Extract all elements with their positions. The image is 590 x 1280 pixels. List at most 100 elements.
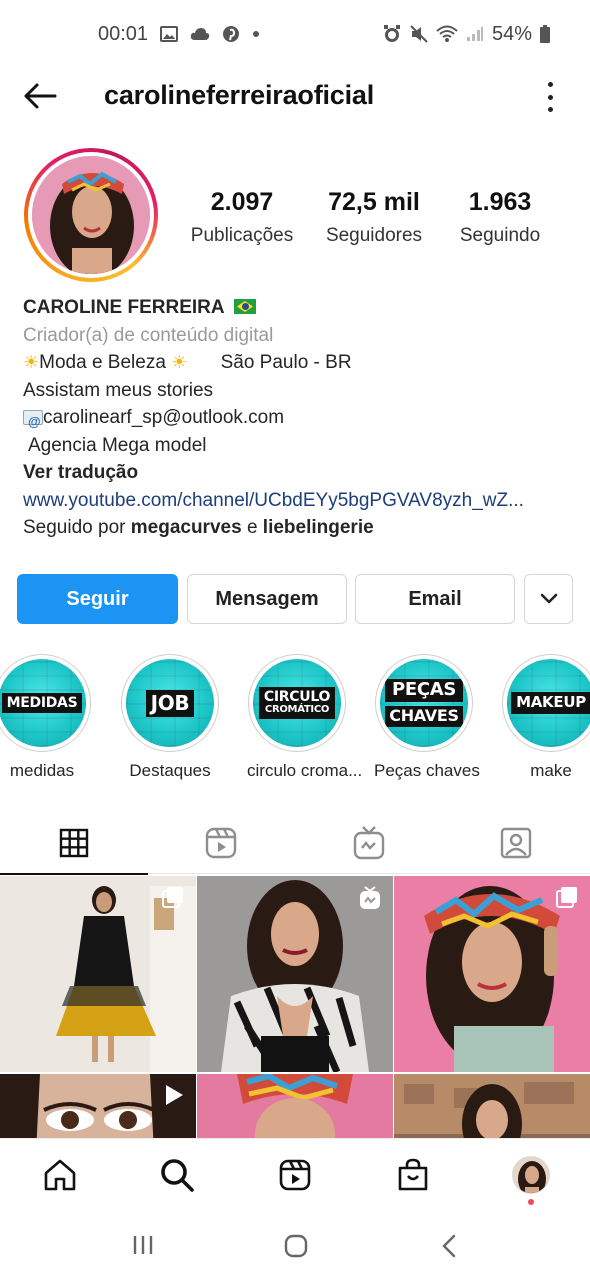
followed-by-and: e — [246, 517, 258, 538]
story-highlight[interactable]: CIRCULO CROMÁTICO circulo croma... — [247, 654, 363, 781]
search-icon — [161, 1159, 194, 1192]
post-thumbnail[interactable] — [0, 876, 196, 1072]
video-play-icon — [164, 1084, 184, 1111]
stat-followers[interactable]: 72,5 mil Seguidores — [304, 188, 444, 247]
cloud-icon — [190, 27, 210, 41]
highlight-label: Destaques — [129, 761, 211, 780]
followed-by[interactable]: Seguido por megacurves e liebelingerie — [23, 514, 573, 542]
more-options-button[interactable] — [540, 82, 560, 112]
email-icon — [23, 408, 43, 436]
bottom-navigation — [0, 1138, 590, 1214]
back-chevron-icon — [442, 1234, 456, 1258]
back-system-button[interactable] — [440, 1234, 460, 1263]
bio-agency: Agencia Mega model — [28, 434, 207, 456]
back-arrow-icon — [24, 83, 57, 109]
profile-name-line: CAROLINE FERREIRA — [23, 294, 573, 322]
highlight-cover-text-line: PEÇAS — [385, 679, 463, 703]
signal-icon — [466, 26, 484, 42]
highlight-label: medidas — [9, 761, 75, 780]
profile-header: carolineferreiraoficial — [0, 68, 590, 124]
website-link[interactable]: www.youtube.com/channel/UCbdEYy5bgPGVAV8… — [23, 487, 573, 515]
followed-by-user: liebelingerie — [262, 517, 374, 538]
notification-dot — [528, 1199, 534, 1205]
highlight-cover-text: PEÇAS CHAVES — [385, 679, 463, 727]
profile-avatar-small — [512, 1156, 550, 1194]
highlight-cover-text: CIRCULO CROMÁTICO — [258, 687, 336, 719]
chevron-down-icon — [540, 593, 557, 604]
gallery-icon — [160, 26, 179, 42]
wifi-icon — [436, 25, 458, 43]
suggested-accounts-button[interactable] — [524, 574, 573, 624]
stat-following[interactable]: 1.963 Seguindo — [444, 188, 556, 247]
tab-reels[interactable] — [148, 812, 296, 874]
status-bar: 00:01 54% — [0, 0, 590, 68]
highlight-cover-text-line: CIRCULO — [263, 689, 331, 706]
stat-label: Seguidores — [325, 225, 423, 246]
pinterest-icon — [222, 25, 240, 43]
home-circle-icon — [284, 1234, 308, 1258]
story-highlight[interactable]: JOB Destaques — [120, 654, 220, 781]
more-dot-icon — [547, 94, 553, 100]
post-grid — [0, 876, 590, 1138]
followed-by-prefix: Seguido por — [23, 517, 126, 538]
stat-posts[interactable]: 2.097 Publicações — [180, 188, 304, 247]
story-ring[interactable] — [24, 148, 158, 282]
back-button[interactable] — [20, 78, 60, 114]
highlight-cover: MEDIDAS — [0, 659, 86, 747]
story-highlight[interactable]: MAKEUP make — [501, 654, 590, 781]
highlight-cover-text-line: CROMÁTICO — [264, 704, 330, 716]
post-thumbnail[interactable] — [197, 876, 393, 1072]
tab-posts-grid[interactable] — [0, 812, 148, 875]
sparkle-icon: ☀ — [23, 352, 40, 372]
brazil-flag-icon — [233, 299, 256, 314]
see-translation-link[interactable]: Ver tradução — [23, 459, 573, 487]
email-button[interactable]: Email — [355, 574, 515, 624]
post-thumbnail[interactable] — [0, 1074, 196, 1138]
stat-value: 1.963 — [468, 188, 532, 216]
highlight-cover: PEÇAS CHAVES — [380, 659, 468, 747]
post-thumbnail[interactable] — [394, 1074, 590, 1138]
followed-by-user: megacurves — [130, 517, 242, 538]
dot-icon — [252, 30, 260, 38]
highlight-label: circulo croma... — [247, 761, 363, 780]
battery-percentage: 54% — [491, 22, 532, 45]
message-button[interactable]: Mensagem — [187, 574, 347, 624]
nav-shop[interactable] — [393, 1155, 433, 1195]
stat-label: Publicações — [190, 225, 294, 246]
follow-button[interactable]: Seguir — [17, 574, 178, 624]
story-highlight[interactable]: MEDIDAS medidas — [0, 654, 92, 781]
highlight-cover-text: MEDIDAS — [1, 692, 83, 714]
highlight-cover: CIRCULO CROMÁTICO — [253, 659, 341, 747]
profile-bio: CAROLINE FERREIRA Criador(a) de conteúdo… — [23, 294, 573, 542]
nav-home[interactable] — [40, 1155, 80, 1195]
bio-line: ☀Moda e Beleza ☀ São Paulo - BR — [23, 349, 573, 377]
profile-stats: 2.097 Publicações 72,5 mil Seguidores 1.… — [180, 188, 560, 247]
home-system-button[interactable] — [284, 1234, 308, 1263]
sparkle-icon: ☀ — [171, 352, 188, 372]
post-thumbnail[interactable] — [197, 1074, 393, 1138]
bio-email: carolinearf_sp@outlook.com — [43, 407, 285, 428]
igtv-icon — [353, 826, 384, 860]
highlight-cover-text-line: CHAVES — [385, 706, 463, 727]
profile-category: Criador(a) de conteúdo digital — [23, 324, 274, 346]
highlight-label: Peças chaves — [374, 761, 480, 780]
tab-igtv[interactable] — [295, 812, 443, 874]
stat-value: 72,5 mil — [328, 188, 420, 216]
profile-actions: Seguir Mensagem Email — [17, 574, 573, 624]
nav-reels[interactable] — [275, 1155, 315, 1195]
recent-apps-button[interactable] — [132, 1234, 154, 1261]
home-icon — [44, 1159, 76, 1191]
nav-search[interactable] — [157, 1155, 197, 1195]
bio-email-line: carolinearf_sp@outlook.com — [23, 404, 573, 436]
tagged-icon — [501, 827, 532, 859]
reels-icon — [279, 1159, 311, 1191]
story-highlight[interactable]: PEÇAS CHAVES Peças chaves — [374, 654, 480, 781]
nav-profile[interactable] — [511, 1155, 551, 1195]
more-dot-icon — [547, 82, 553, 87]
highlight-cover: MAKEUP — [507, 659, 590, 747]
page-title: carolineferreiraoficial — [104, 80, 375, 110]
more-dot-icon — [547, 107, 553, 112]
tab-tagged[interactable] — [443, 812, 590, 874]
stat-label: Seguindo — [459, 225, 541, 246]
post-thumbnail[interactable] — [394, 876, 590, 1072]
